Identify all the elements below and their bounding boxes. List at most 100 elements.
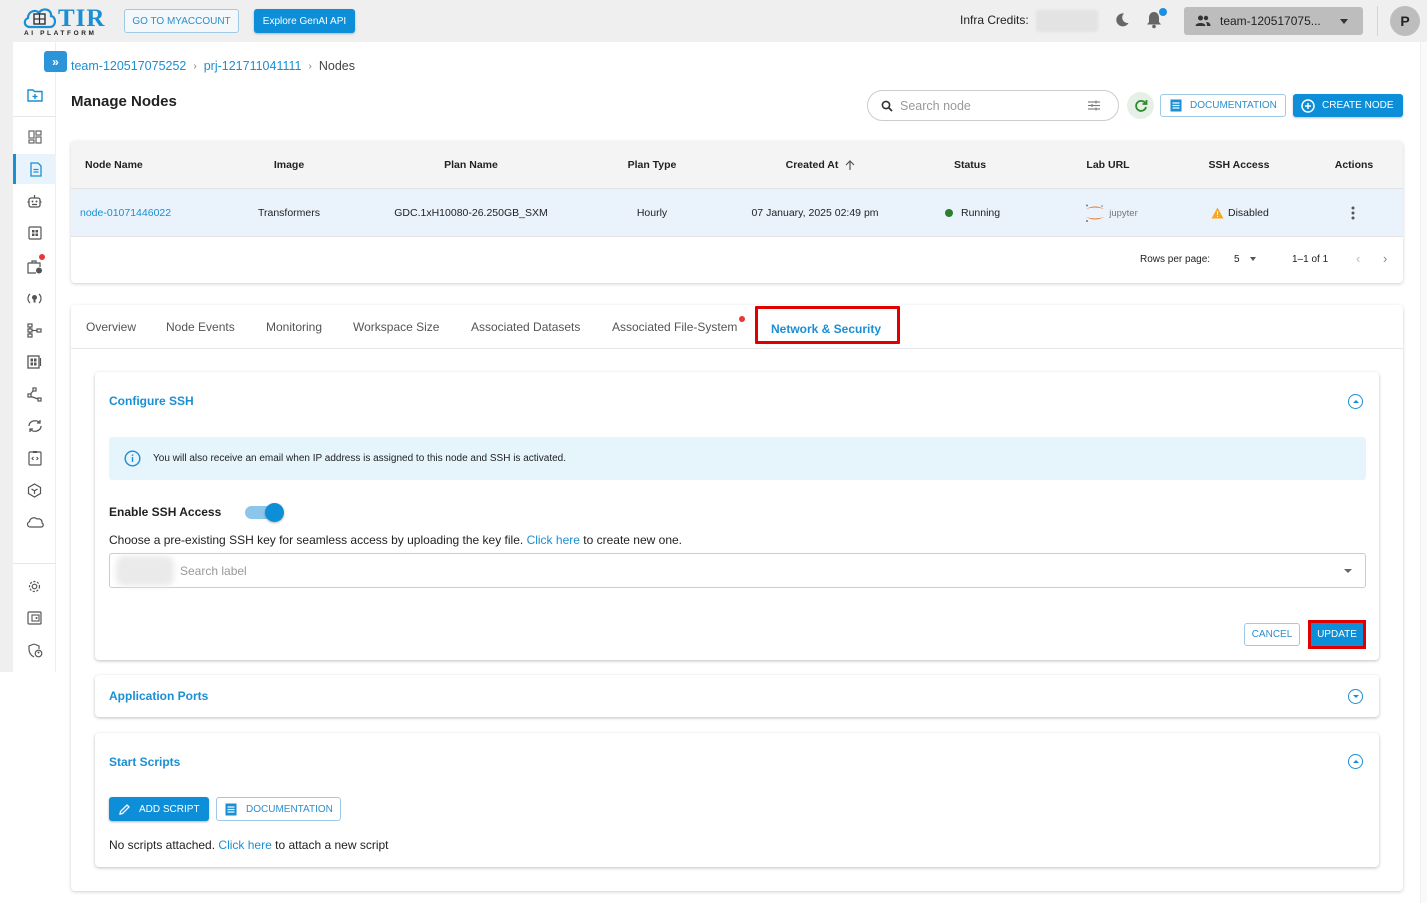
collapse-toggle-icon[interactable] xyxy=(1348,754,1363,769)
sidebar-badge xyxy=(39,254,45,260)
breadcrumb-project[interactable]: prj-121711041111 xyxy=(204,59,302,73)
tab-workspace-size[interactable]: Workspace Size xyxy=(353,305,439,349)
sidebar-item-billing[interactable] xyxy=(13,603,56,633)
sidebar-item-apps[interactable] xyxy=(13,218,56,248)
notification-badge xyxy=(1159,8,1167,16)
sidebar-item-integrations[interactable] xyxy=(13,379,56,409)
tir-logo[interactable]: TIR AI PLATFORM xyxy=(22,5,106,39)
sidebar-item-models[interactable] xyxy=(13,475,56,505)
sidebar-item-settings[interactable] xyxy=(13,571,56,601)
sidebar-item-code[interactable] xyxy=(13,443,56,473)
rows-per-page-select[interactable]: 5 xyxy=(1234,249,1256,269)
ssh-key-select[interactable]: Search label xyxy=(109,553,1366,588)
shield-user-icon xyxy=(27,642,42,658)
breadcrumb: team-120517075252 › prj-121711041111 › N… xyxy=(71,59,355,73)
status-cell: Running xyxy=(945,189,1025,237)
collapse-toggle-icon[interactable] xyxy=(1348,394,1363,409)
chevron-down-icon xyxy=(1249,257,1256,261)
create-ssh-key-link[interactable]: Click here xyxy=(527,533,580,547)
instructions-text-end: to create new one. xyxy=(583,533,682,547)
nodes-table: Node Name Image Plan Name Plan Type Crea… xyxy=(71,141,1403,283)
sidebar-item-sync[interactable] xyxy=(13,411,56,441)
pagination-range: 1–1 of 1 xyxy=(1292,254,1329,265)
application-ports-title[interactable]: Application Ports xyxy=(109,689,208,703)
robot-icon xyxy=(27,194,42,208)
sidebar-item-inference[interactable] xyxy=(13,186,56,216)
start-scripts-title[interactable]: Start Scripts xyxy=(109,755,180,769)
toggle-knob xyxy=(265,503,284,522)
table-header: Node Name Image Plan Name Plan Type Crea… xyxy=(71,141,1403,189)
briefcase-clock-icon xyxy=(26,259,42,274)
sidebar-item-cloud[interactable] xyxy=(13,507,56,537)
add-script-button[interactable]: ADD SCRIPT xyxy=(109,797,209,821)
go-to-myaccount-button[interactable]: GO TO MYACCOUNT xyxy=(124,9,239,33)
column-header-created-at[interactable]: Created At xyxy=(751,141,891,189)
infra-credits-label: Infra Credits: xyxy=(960,13,1029,27)
create-node-label: CREATE NODE xyxy=(1322,100,1394,111)
refresh-button[interactable] xyxy=(1127,92,1154,119)
jupyter-lab-link[interactable]: jupyter xyxy=(1076,189,1146,237)
column-header-lab-url: Lab URL xyxy=(1086,159,1130,171)
previous-page-button[interactable]: ‹ xyxy=(1356,251,1360,266)
sidebar-item-nodes[interactable] xyxy=(13,154,56,184)
user-avatar[interactable]: P xyxy=(1390,6,1420,36)
dark-mode-icon[interactable] xyxy=(1114,12,1130,33)
tab-associated-file-system[interactable]: Associated File-System xyxy=(612,305,737,349)
info-icon xyxy=(124,450,141,467)
search-placeholder: Search node xyxy=(900,98,971,113)
highlight-box xyxy=(755,306,900,344)
sidebar-item-jobs[interactable] xyxy=(13,251,56,281)
configure-ssh-title[interactable]: Configure SSH xyxy=(109,394,194,408)
tab-node-events[interactable]: Node Events xyxy=(166,305,235,349)
update-button[interactable]: UPDATE xyxy=(1308,620,1366,649)
scripts-documentation-button[interactable]: DOCUMENTATION xyxy=(216,797,341,821)
tab-overview[interactable]: Overview xyxy=(86,305,136,349)
chevron-down-icon xyxy=(1340,18,1348,24)
tab-notification-dot xyxy=(739,316,745,322)
rows-per-page-label: Rows per page: xyxy=(1140,254,1211,265)
sidebar-item-registry[interactable] xyxy=(13,347,56,377)
column-header-plan-name: Plan Name xyxy=(444,159,498,171)
sidebar-item-finetune[interactable] xyxy=(13,283,56,313)
column-header-status: Status xyxy=(953,159,987,171)
enable-ssh-toggle[interactable] xyxy=(245,503,284,522)
table-row: node-01071446022 Transformers GDC.1xH100… xyxy=(71,189,1403,237)
team-selector[interactable]: team-120517075... xyxy=(1184,7,1363,35)
column-header-plan-type: Plan Type xyxy=(627,159,677,171)
sidebar-divider xyxy=(13,116,56,117)
sidebar-item-dashboard[interactable] xyxy=(13,122,56,152)
sync-icon xyxy=(27,420,42,432)
created-at-cell: 07 January, 2025 02:49 pm xyxy=(751,207,879,219)
top-bar: TIR AI PLATFORM GO TO MYACCOUNT Explore … xyxy=(0,0,1427,42)
document-icon xyxy=(225,803,237,815)
sidebar-item-security[interactable] xyxy=(13,635,56,665)
row-actions-button[interactable] xyxy=(1343,189,1363,237)
page-scrollbar[interactable] xyxy=(1420,42,1427,903)
node-name-link[interactable]: node-01071446022 xyxy=(80,189,171,237)
filter-tune-icon[interactable] xyxy=(1088,100,1100,111)
sidebar-item-create-project[interactable] xyxy=(13,80,56,110)
ssh-key-instructions: Choose a pre-existing SSH key for seamle… xyxy=(109,533,682,547)
tab-monitoring[interactable]: Monitoring xyxy=(266,305,322,349)
status-running-icon xyxy=(945,209,953,217)
documentation-button[interactable]: DOCUMENTATION xyxy=(1160,94,1286,117)
breadcrumb-team[interactable]: team-120517075252 xyxy=(71,59,186,73)
tab-associated-datasets[interactable]: Associated Datasets xyxy=(471,305,580,349)
image-cell: Transformers xyxy=(257,207,321,219)
cancel-button[interactable]: CANCEL xyxy=(1244,623,1300,646)
page-title: Manage Nodes xyxy=(71,93,177,110)
next-page-button[interactable]: › xyxy=(1383,251,1387,266)
explore-genai-api-button[interactable]: Explore GenAI API xyxy=(254,9,355,33)
rows-per-page-value: 5 xyxy=(1234,253,1240,265)
attach-script-link[interactable]: Click here xyxy=(218,838,271,852)
search-label-placeholder: Search label xyxy=(180,563,247,578)
expand-toggle-icon[interactable] xyxy=(1348,689,1363,704)
expand-sidebar-button[interactable]: » xyxy=(44,51,67,72)
application-ports-section: Application Ports xyxy=(95,675,1379,717)
search-node-input[interactable]: Search node xyxy=(867,90,1119,121)
no-scripts-message: No scripts attached. Click here to attac… xyxy=(109,838,389,852)
sidebar-item-pipelines[interactable] xyxy=(13,315,56,345)
ssh-access-cell: Disabled xyxy=(1211,189,1291,237)
tab-bar: Overview Node Events Monitoring Workspac… xyxy=(71,305,1403,349)
create-node-button[interactable]: CREATE NODE xyxy=(1293,94,1403,117)
